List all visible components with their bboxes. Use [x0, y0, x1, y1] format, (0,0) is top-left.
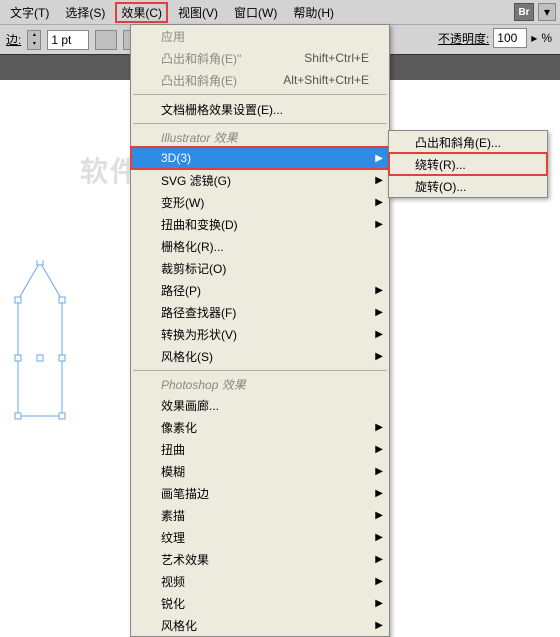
menu-item[interactable]: 艺术效果▶: [131, 548, 389, 570]
menu-separator: [133, 370, 387, 371]
menu-item[interactable]: 3D(3)▶: [131, 147, 389, 169]
canvas[interactable]: [0, 80, 130, 500]
menu-separator: [133, 94, 387, 95]
stroke-dropdown[interactable]: [95, 30, 117, 50]
menu-extrude-alt: 凸出和斜角(E)Alt+Shift+Ctrl+E: [131, 69, 389, 91]
menu-item[interactable]: 扭曲和变换(D)▶: [131, 213, 389, 235]
opacity-arrow[interactable]: ▸: [531, 31, 537, 45]
selected-path[interactable]: [10, 260, 70, 420]
menu-item[interactable]: 素描▶: [131, 504, 389, 526]
menu-window[interactable]: 窗口(W): [228, 2, 283, 23]
menu-item[interactable]: 裁剪标记(O): [131, 257, 389, 279]
menu-view[interactable]: 视图(V): [172, 2, 224, 23]
menu-item[interactable]: 像素化▶: [131, 416, 389, 438]
opacity-input[interactable]: [493, 28, 527, 48]
menubar: 文字(T) 选择(S) 效果(C) 视图(V) 窗口(W) 帮助(H) Br ▾: [0, 0, 560, 24]
menu-item[interactable]: SVG 滤镜(G)▶: [131, 169, 389, 191]
effect-menu: 应用 凸出和斜角(E)"Shift+Ctrl+E 凸出和斜角(E)Alt+Shi…: [130, 24, 390, 637]
submenu-item[interactable]: 凸出和斜角(E)...: [389, 131, 547, 153]
menu-item[interactable]: 风格化▶: [131, 614, 389, 636]
menu-item[interactable]: 路径(P)▶: [131, 279, 389, 301]
opacity-group: 不透明度: ▸ %: [438, 28, 552, 48]
menu-item[interactable]: 模糊▶: [131, 460, 389, 482]
menu-item[interactable]: 路径查找器(F)▶: [131, 301, 389, 323]
menu-item[interactable]: 锐化▶: [131, 592, 389, 614]
menu-item[interactable]: 风格化(S)▶: [131, 345, 389, 367]
menu-effect[interactable]: 效果(C): [115, 2, 168, 23]
menu-item[interactable]: 变形(W)▶: [131, 191, 389, 213]
opacity-label: 不透明度:: [438, 30, 489, 47]
menu-item[interactable]: 纹理▶: [131, 526, 389, 548]
menu-item[interactable]: 效果画廊...: [131, 394, 389, 416]
menu-doc-grid[interactable]: 文档栅格效果设置(E)...: [131, 98, 389, 120]
submenu-item[interactable]: 旋转(O)...: [389, 175, 547, 197]
workspace-dropdown[interactable]: ▾: [538, 3, 556, 21]
menu-help[interactable]: 帮助(H): [287, 2, 340, 23]
menu-extrude-short: 凸出和斜角(E)"Shift+Ctrl+E: [131, 47, 389, 69]
menu-item[interactable]: 转换为形状(V)▶: [131, 323, 389, 345]
submenu-item[interactable]: 绕转(R)...: [389, 153, 547, 175]
menu-apply: 应用: [131, 25, 389, 47]
menu-item[interactable]: 扭曲▶: [131, 438, 389, 460]
menu-header-ai: Illustrator 效果: [131, 127, 389, 147]
menu-header-ps: Photoshop 效果: [131, 374, 389, 394]
menu-text[interactable]: 文字(T): [4, 2, 55, 23]
menu-item[interactable]: 栅格化(R)...: [131, 235, 389, 257]
stroke-stepper[interactable]: ▴▾: [27, 30, 41, 50]
stroke-input[interactable]: [47, 30, 89, 50]
3d-submenu: 凸出和斜角(E)...绕转(R)...旋转(O)...: [388, 130, 548, 198]
stroke-label: 边:: [6, 31, 21, 48]
menu-item[interactable]: 视频▶: [131, 570, 389, 592]
bridge-icon[interactable]: Br: [514, 3, 534, 21]
menu-separator: [133, 123, 387, 124]
opacity-unit: %: [541, 31, 552, 45]
menu-select[interactable]: 选择(S): [59, 2, 111, 23]
